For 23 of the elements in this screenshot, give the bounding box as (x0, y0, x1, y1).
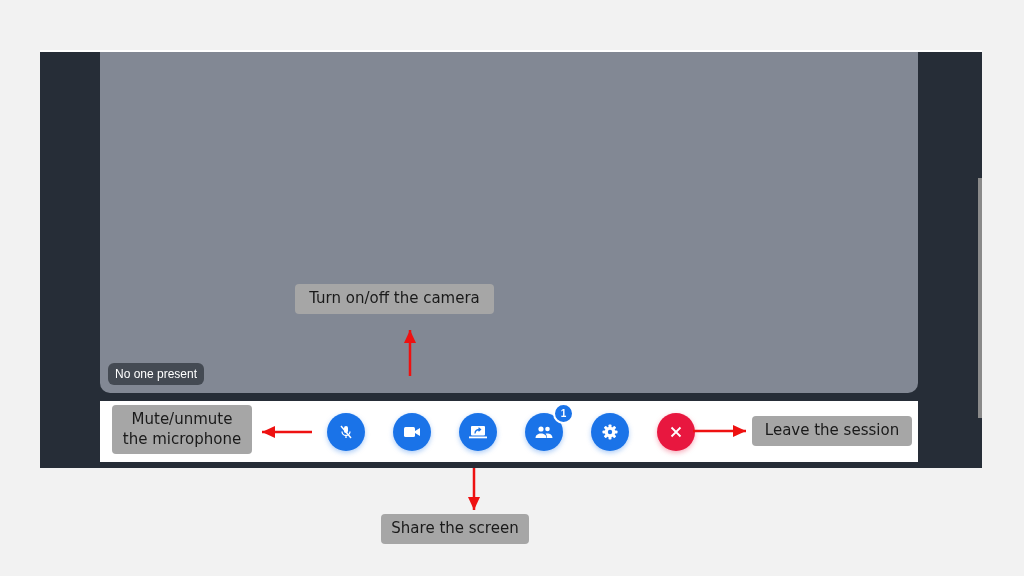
scrollbar[interactable] (978, 178, 982, 418)
count-badge: 1 (553, 402, 574, 424)
microphone-button[interactable] (327, 412, 365, 451)
arrow (693, 425, 746, 437)
people-icon (535, 425, 553, 438)
participants-button[interactable] (525, 412, 563, 451)
arrow (262, 426, 312, 438)
arrow (404, 330, 416, 376)
settings-button[interactable] (591, 412, 629, 451)
microphone-off-icon (338, 423, 354, 440)
share-button[interactable] (459, 412, 497, 451)
video-camera-icon (404, 425, 420, 438)
callout-label: Mute/unmute the microphone (112, 405, 252, 454)
callout-label: Share the screen (381, 514, 529, 544)
settings-icon (602, 423, 618, 440)
status-label: No one present (108, 363, 205, 385)
callout-label: Turn on/off the camera (295, 284, 494, 314)
leave-button[interactable] (657, 412, 695, 451)
camera-button[interactable] (393, 412, 431, 451)
callout-label: Leave the session (752, 416, 912, 446)
screen-share-icon (469, 424, 487, 439)
arrow (468, 468, 480, 510)
close-icon (670, 425, 682, 438)
